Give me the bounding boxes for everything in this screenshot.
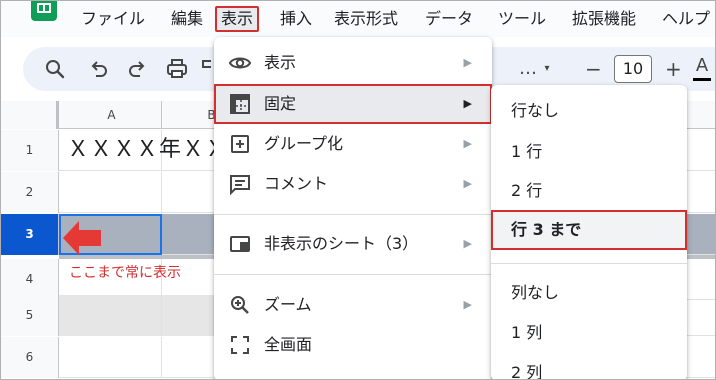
menu-item-fullscreen[interactable]: 全画面 <box>214 325 492 365</box>
print-icon[interactable] <box>165 57 189 81</box>
submenu-arrow-icon: ▶ <box>463 237 472 250</box>
menu-item-hidden-sheets[interactable]: 非表示のシート（3） ▶ <box>214 224 492 264</box>
submenu-item-label: 2 行 <box>511 181 543 200</box>
freeze-no-columns[interactable]: 列なし <box>491 273 687 313</box>
fullscreen-icon <box>228 333 252 357</box>
menu-item-zoom[interactable]: ズーム ▶ <box>214 285 492 325</box>
menu-item-label: グループ化 <box>264 134 344 153</box>
submenu-item-label: 2 列 <box>511 363 543 380</box>
menu-item-label: 非表示のシート（3） <box>264 234 419 253</box>
row-header-1[interactable]: 1 <box>1 130 59 171</box>
submenu-arrow-icon: ▶ <box>463 298 472 311</box>
menu-divider <box>491 263 687 264</box>
comment-icon <box>228 172 252 196</box>
select-all-corner[interactable] <box>1 101 59 129</box>
font-size-input[interactable]: 10 <box>614 55 652 83</box>
decrease-font-size-button[interactable]: − <box>585 57 602 81</box>
menu-item-label: ズーム <box>264 295 312 314</box>
row-header-2[interactable]: 2 <box>1 172 59 213</box>
group-icon <box>228 132 252 156</box>
row-header-3[interactable]: 3 <box>1 214 59 255</box>
menu-item-label: 表示 <box>264 53 297 72</box>
redo-icon[interactable] <box>125 57 149 81</box>
cell-a2[interactable] <box>59 172 162 213</box>
cell-a1-text: ＸＸＸＸ年ＸＸ <box>67 137 229 162</box>
menu-item-label: コメント <box>264 174 329 193</box>
cell-a5[interactable] <box>59 295 162 336</box>
freeze-icon <box>228 92 252 116</box>
freeze-no-rows[interactable]: 行なし <box>491 91 687 131</box>
freeze-2-columns[interactable]: 2 列 <box>491 353 687 380</box>
row-header-4[interactable]: 4 <box>1 259 59 300</box>
menu-tools[interactable]: ツール <box>498 8 546 30</box>
increase-font-size-button[interactable]: + <box>665 57 682 81</box>
sheets-logo-icon[interactable] <box>31 1 57 21</box>
submenu-item-label: 1 行 <box>511 142 543 161</box>
text-color-button[interactable]: A <box>691 55 713 83</box>
menu-format[interactable]: 表示形式 <box>334 8 398 30</box>
freeze-2-rows[interactable]: 2 行 <box>491 171 687 211</box>
hidden-sheet-icon <box>228 232 252 256</box>
menu-data[interactable]: データ <box>425 8 473 30</box>
menu-item-comments[interactable]: コメント ▶ <box>214 164 492 204</box>
undo-icon[interactable] <box>87 57 111 81</box>
submenu-item-label: 列なし <box>511 283 560 302</box>
freeze-up-to-row-3[interactable]: 行 3 まで <box>491 210 687 250</box>
chevron-down-icon: ▾ <box>544 63 550 74</box>
menu-bar: ファイル 編集 表示 挿入 表示形式 データ ツール 拡張機能 ヘルプ <box>1 1 715 37</box>
menu-view[interactable]: 表示 <box>215 6 260 32</box>
freeze-submenu: 行なし 1 行 2 行 行 3 まで 列なし 1 列 2 列 <box>491 85 687 380</box>
menu-divider <box>214 214 492 215</box>
freeze-1-row[interactable]: 1 行 <box>491 132 687 172</box>
eye-icon <box>228 51 252 75</box>
freeze-1-column[interactable]: 1 列 <box>491 313 687 353</box>
zoom-icon <box>228 293 252 317</box>
row-header-5[interactable]: 5 <box>1 295 59 336</box>
submenu-arrow-icon: ▶ <box>463 137 472 150</box>
menu-edit[interactable]: 編集 <box>171 8 203 30</box>
menu-help[interactable]: ヘルプ <box>662 8 710 30</box>
menu-divider <box>214 274 492 275</box>
paint-format-icon[interactable] <box>199 57 211 81</box>
red-arrow-icon <box>63 221 101 255</box>
view-menu-dropdown: 表示 ▶ 固定 ▶ グループ化 ▶ コメント ▶ 非表示のシート（3） ▶ ズー… <box>214 37 492 379</box>
spreadsheet-window: ファイル 編集 表示 挿入 表示形式 データ ツール 拡張機能 ヘルプ … ▾ … <box>0 0 716 380</box>
submenu-item-label: 行なし <box>511 101 560 120</box>
submenu-item-label: 行 3 まで <box>511 220 582 239</box>
submenu-arrow-icon: ▶ <box>463 97 472 110</box>
row-header-6[interactable]: 6 <box>1 337 59 378</box>
menu-extensions[interactable]: 拡張機能 <box>572 8 636 30</box>
menu-item-group[interactable]: グループ化 ▶ <box>214 124 492 164</box>
submenu-arrow-icon: ▶ <box>463 177 472 190</box>
menu-file[interactable]: ファイル <box>81 8 145 30</box>
submenu-arrow-icon: ▶ <box>463 56 472 69</box>
column-header-a[interactable]: A <box>62 101 162 129</box>
submenu-item-label: 1 列 <box>511 323 543 342</box>
cell-a6[interactable] <box>59 337 162 378</box>
freeze-annotation: ここまで常に表示 <box>69 265 181 281</box>
search-icon[interactable] <box>43 57 67 81</box>
menu-item-show[interactable]: 表示 ▶ <box>214 43 492 83</box>
menu-item-freeze[interactable]: 固定 ▶ <box>214 84 492 124</box>
menu-insert[interactable]: 挿入 <box>280 8 312 30</box>
menu-item-label: 全画面 <box>264 335 313 354</box>
menu-item-label: 固定 <box>264 94 297 113</box>
